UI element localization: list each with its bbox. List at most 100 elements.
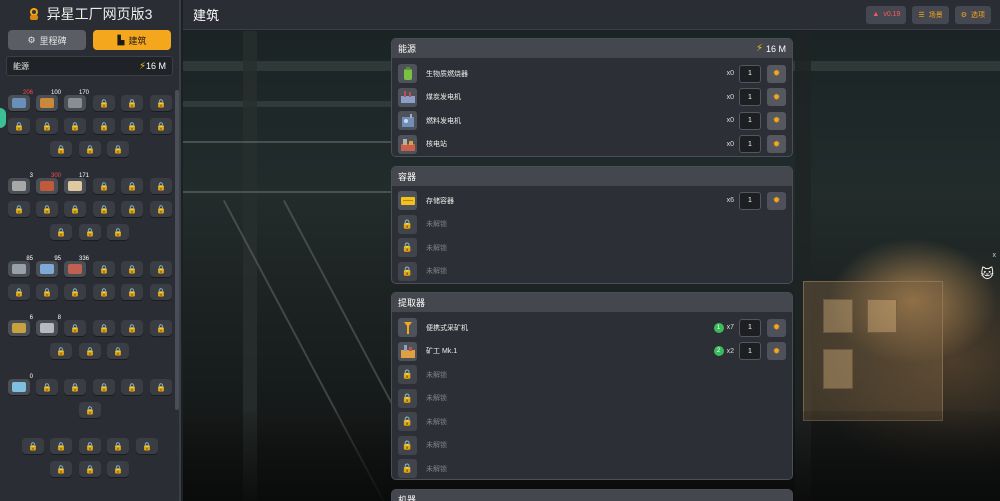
locked-slot[interactable]: 🔒 bbox=[50, 438, 72, 454]
inventory-item[interactable]: 0 bbox=[8, 374, 33, 395]
locked-slot[interactable]: 🔒 bbox=[150, 320, 172, 336]
locked-slot[interactable]: 🔒 bbox=[121, 261, 143, 277]
build-button[interactable]: ✹ bbox=[767, 88, 786, 107]
locked-slot[interactable]: 🔒 bbox=[93, 178, 115, 194]
item-count: 6 bbox=[29, 315, 33, 321]
locked-slot[interactable]: 🔒 bbox=[93, 118, 115, 134]
locked-slot[interactable]: 🔒 bbox=[150, 118, 172, 134]
sidebar-handle[interactable] bbox=[0, 108, 6, 128]
section-header[interactable]: 能源 ⚡ 16 M bbox=[392, 39, 792, 58]
locked-slot[interactable]: 🔒 bbox=[93, 379, 115, 395]
locked-slot[interactable]: 🔒 bbox=[121, 118, 143, 134]
locked-slot[interactable]: 🔒 bbox=[79, 224, 101, 240]
tab-buildings[interactable]: ▙ 建筑 bbox=[93, 30, 171, 50]
locked-slot[interactable]: 🔒 bbox=[121, 284, 143, 300]
locked-slot[interactable]: 🔒 bbox=[50, 141, 72, 157]
amount-input[interactable]: 1 bbox=[739, 111, 761, 130]
locked-slot[interactable]: 🔒 bbox=[107, 438, 129, 454]
locked-slot[interactable]: 🔒 bbox=[150, 379, 172, 395]
section-header[interactable]: 机器 bbox=[392, 490, 792, 501]
gear-icon: ✹ bbox=[772, 68, 781, 79]
locked-slot[interactable]: 🔒 bbox=[107, 343, 129, 359]
inventory-item[interactable]: 85 bbox=[8, 256, 33, 277]
lock-icon: 🔒 bbox=[99, 181, 109, 191]
locked-slot[interactable]: 🔒 bbox=[150, 261, 172, 277]
locked-slot[interactable]: 🔒 bbox=[93, 284, 115, 300]
amount-input[interactable]: 1 bbox=[739, 191, 761, 210]
build-button[interactable]: ✹ bbox=[767, 191, 786, 210]
locked-slot[interactable]: 🔒 bbox=[36, 201, 58, 217]
inventory-item[interactable]: 3 bbox=[8, 173, 33, 194]
locked-slot[interactable]: 🔒 bbox=[107, 461, 129, 477]
locked-slot[interactable]: 🔒 bbox=[150, 201, 172, 217]
amount-input[interactable]: 1 bbox=[739, 88, 761, 107]
locked-slot[interactable]: 🔒 bbox=[79, 461, 101, 477]
amount-input[interactable]: 1 bbox=[739, 342, 761, 361]
locked-slot[interactable]: 🔒 bbox=[107, 141, 129, 157]
inventory-item[interactable]: 95 bbox=[36, 256, 61, 277]
locked-slot[interactable]: 🔒 bbox=[121, 201, 143, 217]
locked-slot[interactable]: 🔒 bbox=[64, 284, 86, 300]
locked-slot[interactable]: 🔒 bbox=[93, 201, 115, 217]
build-button[interactable]: ✹ bbox=[767, 135, 786, 154]
build-button[interactable]: ✹ bbox=[767, 64, 786, 83]
locked-slot[interactable]: 🔒 bbox=[93, 95, 115, 111]
build-button[interactable]: ✹ bbox=[767, 318, 786, 337]
close-side-button[interactable]: x bbox=[993, 252, 997, 259]
version-button[interactable]: ▲ v0.19 bbox=[866, 5, 907, 24]
locked-slot[interactable]: 🔒 bbox=[150, 178, 172, 194]
section-header[interactable]: 容器 bbox=[392, 167, 792, 186]
locked-slot[interactable]: 🔒 bbox=[50, 224, 72, 240]
inventory-item[interactable]: 170 bbox=[64, 90, 89, 111]
locked-slot[interactable]: 🔒 bbox=[79, 402, 101, 418]
options-button[interactable]: ⚙ 选项 bbox=[954, 5, 991, 24]
inventory-item[interactable]: 336 bbox=[64, 256, 89, 277]
locked-slot[interactable]: 🔒 bbox=[36, 118, 58, 134]
section-header[interactable]: 提取器 bbox=[392, 293, 792, 312]
locked-slot[interactable]: 🔒 bbox=[150, 95, 172, 111]
locked-slot[interactable]: 🔒 bbox=[50, 461, 72, 477]
locked-slot[interactable]: 🔒 bbox=[8, 201, 30, 217]
locked-slot[interactable]: 🔒 bbox=[79, 141, 101, 157]
lock-icon: 🔒 bbox=[14, 204, 24, 214]
locked-slot[interactable]: 🔒 bbox=[136, 438, 158, 454]
lock-icon: 🔒 bbox=[398, 412, 417, 432]
locked-slot[interactable]: 🔒 bbox=[121, 379, 143, 395]
locked-slot[interactable]: 🔒 bbox=[64, 118, 86, 134]
locked-slot[interactable]: 🔒 bbox=[64, 320, 86, 336]
locked-slot[interactable]: 🔒 bbox=[64, 379, 86, 395]
inventory-item[interactable]: 206 bbox=[8, 90, 33, 111]
locked-slot[interactable]: 🔒 bbox=[79, 438, 101, 454]
sidebar-scrollbar[interactable] bbox=[175, 90, 179, 410]
inventory-item[interactable]: 171 bbox=[64, 173, 89, 194]
tab-milestones[interactable]: ⚙ 里程碑 bbox=[8, 30, 86, 50]
locked-slot[interactable]: 🔒 bbox=[36, 379, 58, 395]
inventory-item[interactable]: 300 bbox=[36, 173, 61, 194]
inventory-item[interactable]: 100 bbox=[36, 90, 61, 111]
locked-slot[interactable]: 🔒 bbox=[50, 343, 72, 359]
item-count: 171 bbox=[78, 173, 89, 179]
cat-helper-icon[interactable]: 🐱 bbox=[980, 266, 994, 282]
locked-slot[interactable]: 🔒 bbox=[64, 201, 86, 217]
amount-input[interactable]: 1 bbox=[739, 64, 761, 83]
amount-input[interactable]: 1 bbox=[739, 135, 761, 154]
build-button[interactable]: ✹ bbox=[767, 111, 786, 130]
locked-slot[interactable]: 🔒 bbox=[121, 178, 143, 194]
item-count: 95 bbox=[54, 256, 61, 262]
locked-slot[interactable]: 🔒 bbox=[121, 320, 143, 336]
inventory-item[interactable]: 8 bbox=[36, 315, 61, 336]
locked-slot[interactable]: 🔒 bbox=[121, 95, 143, 111]
locked-slot[interactable]: 🔒 bbox=[107, 224, 129, 240]
scene-button[interactable]: ☰ 场景 bbox=[912, 5, 949, 24]
locked-slot[interactable]: 🔒 bbox=[150, 284, 172, 300]
inventory-item[interactable]: 6 bbox=[8, 315, 33, 336]
locked-slot[interactable]: 🔒 bbox=[93, 320, 115, 336]
locked-slot[interactable]: 🔒 bbox=[93, 261, 115, 277]
locked-slot[interactable]: 🔒 bbox=[79, 343, 101, 359]
amount-input[interactable]: 1 bbox=[739, 318, 761, 337]
locked-slot[interactable]: 🔒 bbox=[22, 438, 44, 454]
build-button[interactable]: ✹ bbox=[767, 342, 786, 361]
locked-slot[interactable]: 🔒 bbox=[36, 284, 58, 300]
locked-slot[interactable]: 🔒 bbox=[8, 118, 30, 134]
locked-slot[interactable]: 🔒 bbox=[8, 284, 30, 300]
